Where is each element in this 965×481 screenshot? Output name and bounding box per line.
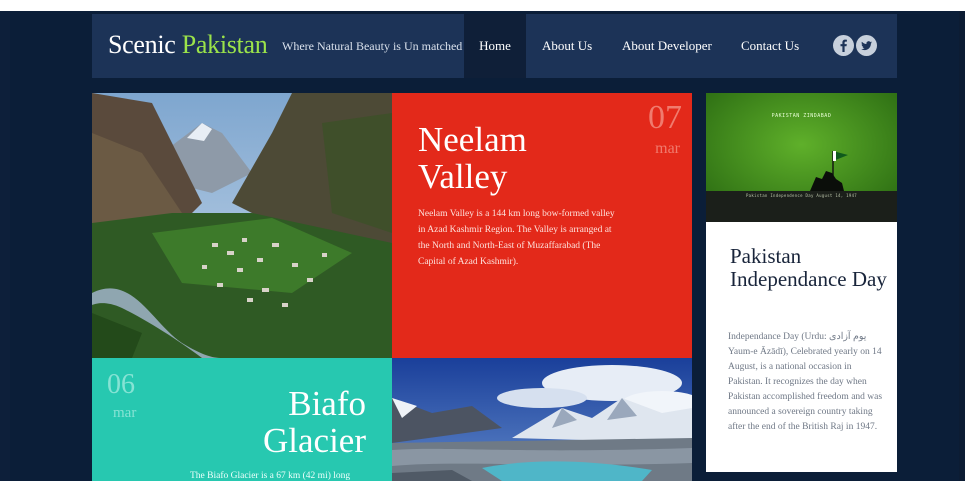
left-edge — [0, 11, 10, 481]
right-edge — [959, 11, 965, 481]
logo-main-text: Scenic — [108, 30, 176, 59]
biafo-date-month: mar — [113, 405, 137, 421]
neelam-valley-card[interactable]: Neelam Valley 07 mar Neelam Valley is a … — [392, 93, 692, 358]
top-border — [0, 0, 965, 11]
banner-slogan: PAKISTAN ZINDABAD — [771, 113, 832, 119]
site-header: Scenic Pakistan Where Natural Beauty is … — [92, 14, 897, 78]
twitter-icon[interactable] — [856, 35, 877, 56]
banner-caption: Pakistan Independence Day August 14, 194… — [745, 193, 858, 198]
nav-about-developer[interactable]: About Developer — [622, 14, 712, 78]
neelam-valley-photo — [92, 93, 392, 358]
facebook-icon[interactable] — [833, 35, 854, 56]
biafo-glacier-card[interactable]: 06 mar Biafo Glacier The Biafo Glacier is… — [92, 358, 392, 481]
neelam-date-month: mar — [655, 140, 680, 157]
nav-home[interactable]: Home — [464, 14, 526, 78]
neelam-date-day: 07 — [648, 99, 682, 136]
nav-about-us[interactable]: About Us — [542, 14, 592, 78]
site-logo[interactable]: Scenic Pakistan — [108, 30, 268, 60]
independence-day-description: Independance Day (Urdu: یوم آزادی Yaum-e… — [728, 332, 883, 432]
nav-contact-us[interactable]: Contact Us — [741, 14, 799, 78]
neelam-valley-description: Neelam Valley is a 144 km long bow-forme… — [418, 209, 615, 267]
independence-day-banner: PAKISTAN ZINDABAD Pakistan Independence … — [706, 93, 897, 222]
biafo-glacier-title[interactable]: Biafo Glacier — [263, 385, 366, 459]
biafo-date-day: 06 — [107, 369, 135, 400]
biafo-glacier-description: The Biafo Glacier is a 67 km (42 mi) lon… — [190, 471, 351, 481]
neelam-valley-title[interactable]: Neelam Valley — [418, 121, 618, 195]
glacier-photo — [392, 358, 692, 481]
logo-accent-text: Pakistan — [181, 30, 268, 59]
independence-day-title[interactable]: Pakistan Independance Day — [730, 245, 890, 291]
independence-day-card[interactable]: Pakistan Independance Day Independance D… — [706, 222, 897, 472]
site-tagline: Where Natural Beauty is Un matched — [282, 39, 463, 53]
